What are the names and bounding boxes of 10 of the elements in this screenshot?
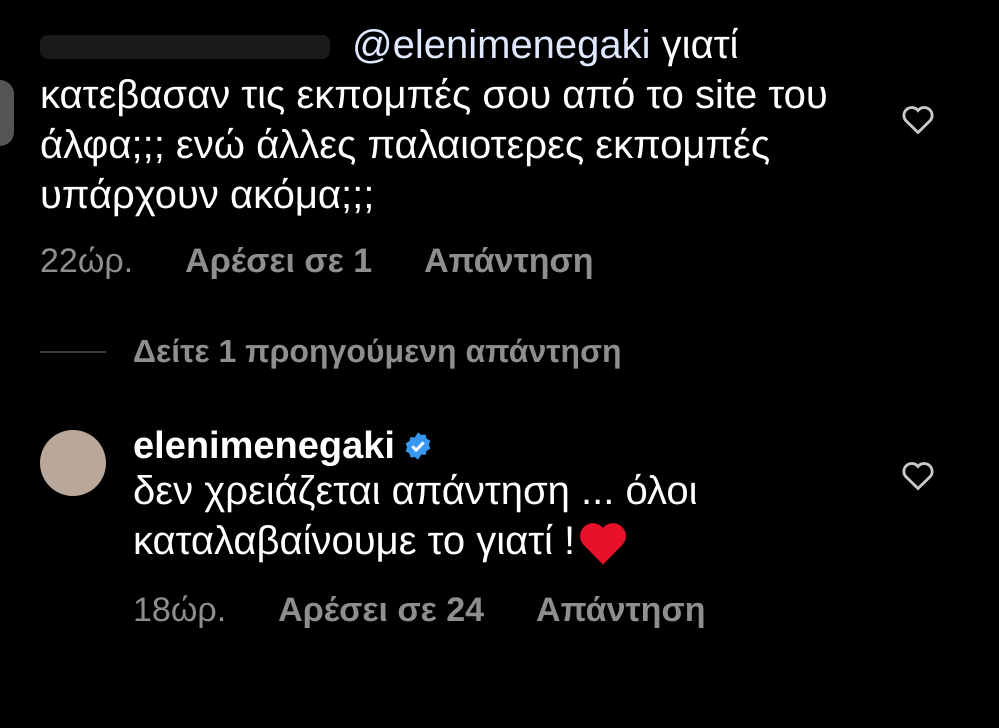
likes-link[interactable]: Αρέσει σε 24 xyxy=(278,591,484,630)
reply-link[interactable]: Απάντηση xyxy=(424,242,594,281)
comment-text: δεν χρειάζεται απάντηση ... όλοι καταλαβαίνουμε το γιατί ! xyxy=(133,466,793,570)
comment-time: 18ώρ. xyxy=(133,591,226,630)
username[interactable]: elenimenegaki xyxy=(133,424,395,468)
comment-text: @elenimenegaki γιατί κατεβασαν τις εκπομπές σου από το site του άλφα;;; ενώ άλλες παλαιοτερες εκπομπές υπάρχουν ακόμα;;; xyxy=(40,22,829,219)
reply-link[interactable]: Απάντηση xyxy=(536,591,706,630)
likes-link[interactable]: Αρέσει σε 1 xyxy=(185,242,372,281)
view-replies-link[interactable]: Δείτε 1 προηγούμενη απάντηση xyxy=(133,333,622,370)
comment-time: 22ώρ. xyxy=(40,242,134,281)
